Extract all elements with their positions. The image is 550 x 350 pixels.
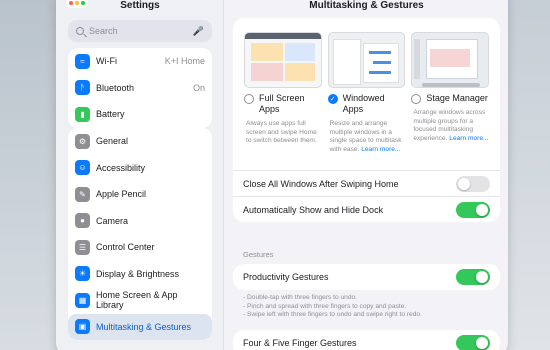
detail-pane: Multitasking & Gestures Full Screen Apps [225, 0, 508, 350]
sidebar-item-label: Apple Pencil [96, 189, 147, 200]
row-label: Automatically Show and Hide Dock [243, 204, 384, 215]
productivity-gestures-row[interactable]: Productivity Gestures [233, 264, 500, 290]
stage-manager-preview [411, 32, 490, 88]
sidebar-group-general: ⚙ General ☺ Accessibility ✎ Apple Pencil… [68, 128, 212, 340]
windowed-preview [327, 32, 406, 88]
sidebar-item-label: Multitasking & Gestures [96, 321, 192, 332]
battery-icon: ▮ [75, 106, 90, 122]
gestures-section-header: Gestures [243, 250, 274, 259]
sidebar-item-label: Battery [96, 109, 125, 120]
option-windowed[interactable]: ✓ Windowed Apps Resize and arrange multi… [325, 18, 409, 154]
sidebar-item-label: Display & Brightness [96, 268, 180, 279]
sun-icon: ☀ [75, 266, 90, 282]
wallpaper-left [0, 0, 60, 350]
accessibility-icon: ☺ [75, 160, 90, 176]
option-description: Resize and arrange multiple windows in a… [329, 120, 402, 153]
search-placeholder: Search [89, 26, 118, 36]
multitasking-options-card: Full Screen Apps Always use apps full sc… [233, 18, 500, 222]
auto-hide-dock-toggle[interactable] [456, 201, 490, 218]
productivity-notes: - Double-tap with three fingers to undo.… [243, 294, 422, 319]
auto-hide-dock-row[interactable]: Automatically Show and Hide Dock [233, 196, 500, 222]
sidebar-item-value: K+I Home [164, 56, 205, 67]
productivity-gestures-toggle[interactable] [456, 269, 490, 285]
four-five-finger-card: Four & Five Finger Gestures [233, 330, 500, 350]
radio-windowed-selected[interactable]: ✓ [327, 94, 338, 104]
wifi-icon: ≈ [75, 53, 90, 69]
sidebar-item-label: General [96, 136, 129, 147]
sidebar-item-label: Accessibility [96, 162, 146, 173]
pencil-icon: ✎ [75, 186, 90, 202]
learn-more-link[interactable]: Learn more... [361, 146, 400, 153]
row-label: Four & Five Finger Gestures [243, 338, 357, 348]
row-label: Close All Windows After Swiping Home [243, 178, 399, 189]
page-title: Multitasking & Gestures [309, 0, 424, 11]
sidebar-item-bluetooth[interactable]: ᚫ Bluetooth On [68, 75, 212, 102]
sidebar-item-value: On [192, 82, 205, 93]
learn-more-link[interactable]: Learn more... [449, 135, 488, 142]
option-label: Windowed Apps [342, 93, 385, 114]
bluetooth-icon: ᚫ [75, 80, 90, 96]
radio-stage-manager[interactable] [411, 94, 422, 104]
option-label: Full Screen Apps [259, 93, 305, 114]
sidebar-item-label: Home Screen & App Library [96, 290, 178, 311]
sidebar-item-display-brightness[interactable]: ☀ Display & Brightness [68, 261, 212, 288]
gear-icon: ⚙ [75, 133, 90, 149]
row-label: Productivity Gestures [243, 272, 329, 282]
sidebar-item-home-screen[interactable]: ▦ Home Screen & App Library [68, 287, 212, 314]
sidebar-item-apple-pencil[interactable]: ✎ Apple Pencil [68, 181, 212, 208]
sidebar-item-label: Wi-Fi [96, 56, 117, 67]
four-five-finger-row[interactable]: Four & Five Finger Gestures [233, 330, 500, 350]
option-description: Always use apps full screen and swipe Ho… [246, 120, 317, 145]
sidebar-item-accessibility[interactable]: ☺ Accessibility [68, 155, 212, 182]
sidebar-item-wifi[interactable]: ≈ Wi-Fi K+I Home [68, 48, 212, 75]
sidebar-item-general[interactable]: ⚙ General [68, 128, 212, 155]
sidebar-item-control-center[interactable]: ☰ Control Center [68, 234, 212, 261]
camera-icon: ● [75, 213, 90, 229]
multitasking-icon: ▣ [75, 319, 90, 335]
sidebar-item-label: Camera [96, 215, 129, 226]
sidebar-item-camera[interactable]: ● Camera [68, 208, 212, 235]
close-all-windows-row[interactable]: Close All Windows After Swiping Home [233, 170, 500, 196]
option-description: Arrange windows across multiple groups f… [413, 109, 489, 142]
sidebar-title: Settings [120, 0, 160, 11]
settings-window: Settings Search 🎤 ≈ Wi-Fi K+I Home ᚫ Blu… [56, 0, 508, 350]
option-stage-manager[interactable]: Stage Manager Arrange windows across mul… [408, 18, 492, 154]
close-all-windows-toggle[interactable] [456, 175, 490, 192]
radio-full-screen[interactable] [244, 94, 254, 104]
home-screen-icon: ▦ [75, 292, 90, 308]
sidebar-item-multitasking[interactable]: ▣ Multitasking & Gestures [68, 313, 212, 340]
search-input[interactable]: Search 🎤 [68, 20, 212, 42]
option-label: Stage Manager [426, 93, 488, 103]
full-screen-preview [244, 32, 322, 88]
search-icon [76, 27, 84, 35]
sidebar: Settings Search 🎤 ≈ Wi-Fi K+I Home ᚫ Blu… [56, 0, 224, 350]
control-center-icon: ☰ [75, 239, 90, 255]
sidebar-item-battery[interactable]: ▮ Battery [68, 101, 212, 128]
option-full-screen[interactable]: Full Screen Apps Always use apps full sc… [241, 18, 325, 154]
microphone-icon[interactable]: 🎤 [193, 26, 204, 37]
sidebar-group-connectivity: ≈ Wi-Fi K+I Home ᚫ Bluetooth On ▮ Batter… [68, 48, 212, 128]
four-five-finger-toggle[interactable] [456, 335, 490, 350]
productivity-card: Productivity Gestures [233, 264, 500, 290]
sidebar-item-label: Control Center [96, 242, 155, 253]
sidebar-item-label: Bluetooth [96, 82, 135, 93]
